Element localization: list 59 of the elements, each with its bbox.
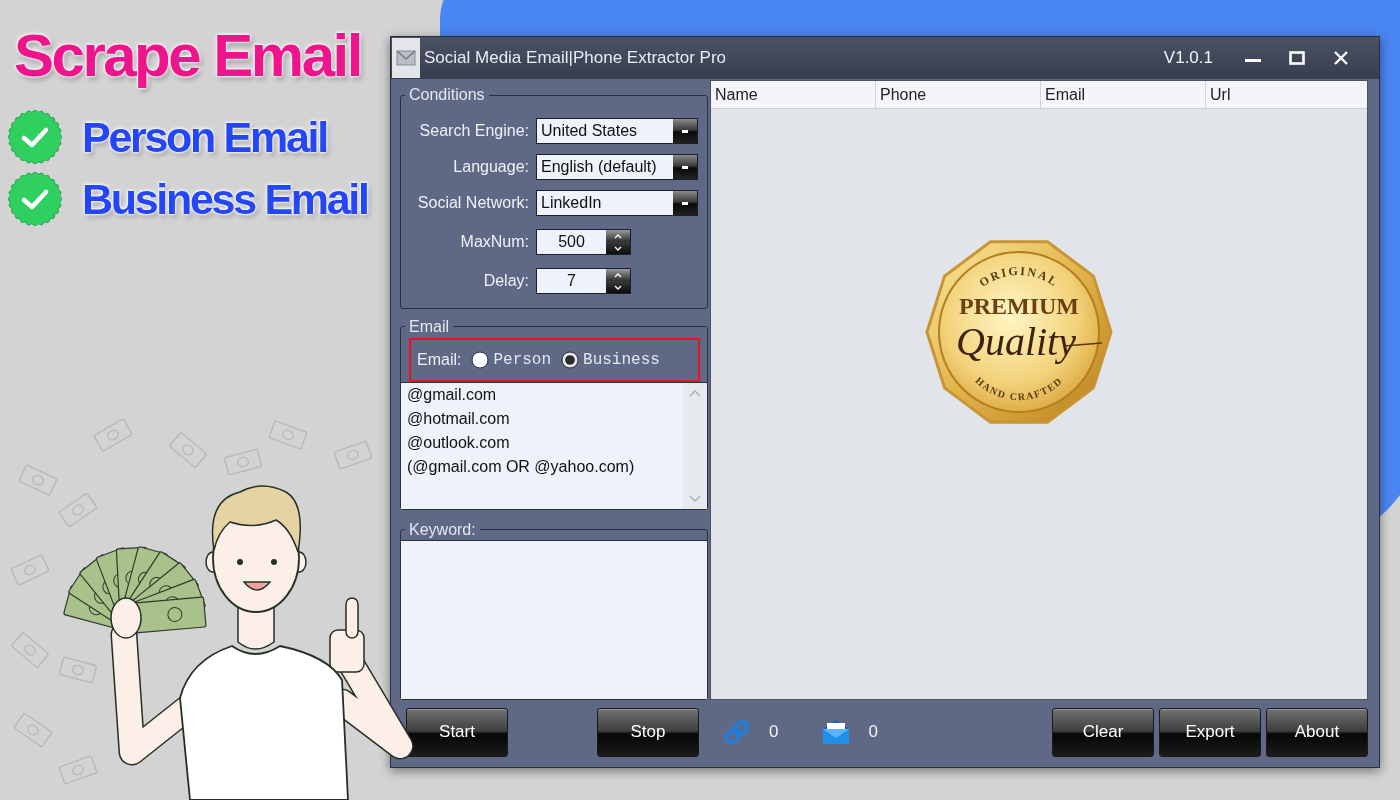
spin-up-icon[interactable] xyxy=(606,230,630,242)
column-header[interactable]: Phone xyxy=(876,81,1041,108)
version-label: V1.0.1 xyxy=(1163,48,1213,68)
column-header[interactable]: Url xyxy=(1206,81,1367,108)
field-label: Search Engine: xyxy=(419,122,529,140)
banknote-icon xyxy=(9,553,51,587)
action-button[interactable]: About xyxy=(1266,707,1368,757)
window-title: Social Media Email|Phone Extractor Pro xyxy=(424,48,727,68)
banknote-icon xyxy=(9,630,51,670)
seal-script-text: Quality xyxy=(956,319,1076,364)
action-button[interactable]: Start xyxy=(406,707,508,757)
radio-icon[interactable] xyxy=(471,350,490,369)
dropdown[interactable]: LinkedIn xyxy=(536,190,698,216)
counter-value: 0 xyxy=(769,722,779,742)
column-header[interactable]: Email xyxy=(1041,81,1206,108)
envelope-icon[interactable] xyxy=(392,38,420,78)
dropdown[interactable]: United States xyxy=(536,118,698,144)
banknote-icon xyxy=(167,430,209,470)
field-label: Social Network: xyxy=(417,194,529,212)
seal-top-text: ORIGINAL xyxy=(976,263,1062,290)
promo-feature: Person Email xyxy=(82,112,327,162)
banknote-icon xyxy=(17,463,59,497)
group-title: Email xyxy=(408,316,450,337)
action-button[interactable]: Export xyxy=(1159,707,1261,757)
group-title: Conditions xyxy=(408,85,486,105)
banknote-icon xyxy=(332,439,374,471)
field-label: MaxNum: xyxy=(460,233,529,251)
radio-option[interactable]: Business xyxy=(561,350,660,369)
banknote-icon xyxy=(57,491,99,529)
action-button[interactable]: Stop xyxy=(597,707,699,757)
dropdown[interactable]: English (default) xyxy=(536,154,698,180)
seal-title-text: PREMIUM xyxy=(959,293,1079,319)
action-button[interactable]: Clear xyxy=(1052,707,1154,757)
radio-icon[interactable] xyxy=(561,350,580,369)
banknote-icon xyxy=(92,417,134,453)
promo-headline: Scrape Email xyxy=(14,22,361,90)
radio-option[interactable]: Person xyxy=(471,350,552,369)
spin-up-icon[interactable] xyxy=(606,269,630,281)
field-label: Delay: xyxy=(483,272,529,290)
group-title: Keyword: xyxy=(408,519,477,540)
banknote-icon xyxy=(12,711,54,749)
promo-feature: Business Email xyxy=(82,174,368,224)
banknote-icon xyxy=(57,754,99,786)
field-label: Language: xyxy=(453,158,529,176)
banknote-icon xyxy=(58,655,98,685)
maximize-icon[interactable] xyxy=(1289,50,1305,66)
link-icon xyxy=(723,718,751,746)
spin-down-icon[interactable] xyxy=(606,242,630,254)
counter-value: 0 xyxy=(868,722,878,742)
banknote-icon xyxy=(267,419,309,451)
number-spinner[interactable]: 500 xyxy=(536,229,631,255)
close-icon[interactable] xyxy=(1333,50,1349,66)
radio-caption: Email: xyxy=(417,350,462,369)
banknote-icon xyxy=(223,447,263,477)
number-spinner[interactable]: 7 xyxy=(536,268,631,294)
domains-field[interactable]: @gmail.com @hotmail.com @outlook.com (@gmail.com OR @yahoo.com) xyxy=(401,381,707,509)
column-header[interactable]: Name xyxy=(711,81,876,108)
spin-down-icon[interactable] xyxy=(606,281,630,293)
mail-icon xyxy=(822,718,851,746)
